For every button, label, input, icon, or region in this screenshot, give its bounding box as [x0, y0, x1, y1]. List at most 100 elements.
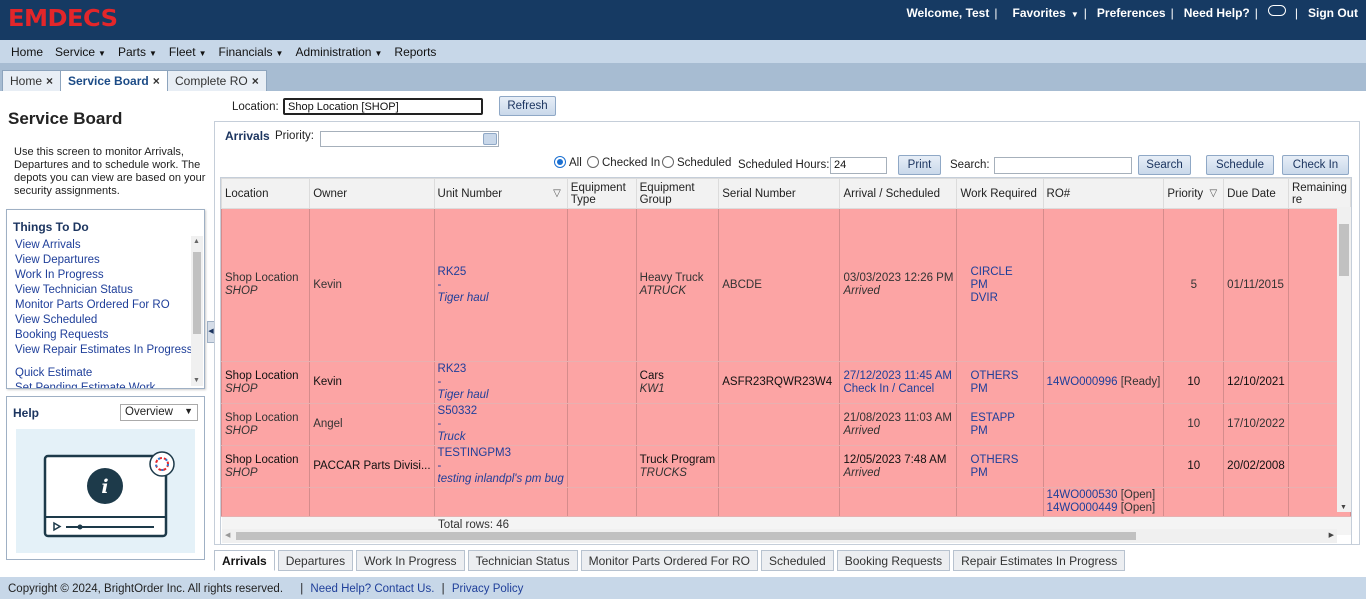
close-icon[interactable]: ×	[46, 74, 53, 88]
tab-booking-requests[interactable]: Booking Requests	[836, 550, 951, 571]
cell-work-required[interactable]: OTHERS PM	[956, 361, 1044, 404]
search-button[interactable]: Search	[1138, 155, 1191, 175]
sort-chevron-icon[interactable]: ▽	[1209, 188, 1217, 200]
sign-out-link[interactable]: Sign Out	[1308, 6, 1358, 20]
column-header-owner[interactable]: Owner	[309, 178, 435, 209]
refresh-button[interactable]: Refresh	[499, 96, 556, 116]
grid-horizontal-scrollbar[interactable]: ◀ ▶	[222, 529, 1337, 543]
todo-monitor-parts[interactable]: Monitor Parts Ordered For RO	[15, 298, 190, 313]
close-icon[interactable]: ×	[252, 74, 259, 88]
todo-booking-requests[interactable]: Booking Requests	[15, 328, 190, 343]
tab-service-board[interactable]: Service Board ×	[60, 70, 168, 92]
table-row[interactable]: Shop Location SHOP Angel S50332- Truck 21/…	[221, 403, 1351, 446]
nav-fleet[interactable]: Fleet ▼	[169, 45, 207, 59]
tab-work-in-progress[interactable]: Work In Progress	[356, 550, 465, 571]
scroll-down-icon[interactable]: ▼	[1340, 504, 1347, 511]
sort-chevron-icon[interactable]: ▽	[553, 188, 561, 200]
radio-all[interactable]: All	[554, 156, 582, 169]
cell-ro[interactable]	[1042, 403, 1165, 446]
radio-scheduled[interactable]: Scheduled	[662, 156, 731, 169]
tab-scheduled[interactable]: Scheduled	[761, 550, 834, 571]
cell-ro[interactable]: 14WO000530 [Open] 14WO000449 [Open]	[1042, 487, 1165, 517]
location-input[interactable]: Shop Location [SHOP]	[283, 98, 483, 115]
cell-ro[interactable]	[1042, 445, 1165, 488]
print-button[interactable]: Print	[898, 155, 941, 175]
cell-unit[interactable]: S50332- Truck	[433, 403, 568, 446]
app-logo[interactable]: EMDECS	[8, 6, 118, 32]
check-in-button[interactable]: Check In	[1282, 155, 1349, 175]
column-header-remaining[interactable]: Remaining re	[1287, 178, 1351, 209]
radio-icon[interactable]	[587, 156, 599, 168]
close-icon[interactable]: ×	[153, 74, 160, 88]
preferences-link[interactable]: Preferences	[1097, 6, 1166, 20]
nav-service[interactable]: Service ▼	[55, 45, 106, 59]
privacy-policy-link[interactable]: Privacy Policy	[452, 583, 524, 595]
help-topic-select[interactable]: Overview ▼	[120, 404, 198, 421]
contact-us-link[interactable]: Need Help? Contact Us.	[310, 583, 434, 595]
scroll-up-icon[interactable]: ▲	[193, 238, 200, 245]
cell-work-required[interactable]: CIRCLE PM DVIR	[956, 208, 1044, 362]
tab-complete-ro[interactable]: Complete RO ×	[167, 70, 267, 91]
nav-administration[interactable]: Administration ▼	[295, 45, 382, 59]
dropdown-toggle-icon[interactable]	[483, 133, 497, 145]
scroll-thumb[interactable]	[1339, 224, 1349, 276]
tab-repair-estimates[interactable]: Repair Estimates In Progress	[953, 550, 1126, 571]
schedule-button[interactable]: Schedule	[1206, 155, 1274, 175]
column-header-due-date[interactable]: Due Date	[1223, 178, 1289, 209]
tab-departures[interactable]: Departures	[277, 550, 354, 571]
scheduled-hours-input[interactable]: 24	[830, 157, 887, 174]
grid-vertical-scrollbar[interactable]: ▼	[1337, 207, 1351, 512]
nav-reports[interactable]: Reports	[394, 45, 436, 59]
priority-select[interactable]	[320, 131, 499, 147]
scroll-thumb[interactable]	[236, 532, 1136, 540]
scroll-down-icon[interactable]: ▼	[193, 377, 200, 384]
todo-view-departures[interactable]: View Departures	[15, 253, 190, 268]
scroll-right-icon[interactable]: ▶	[1329, 531, 1334, 539]
todo-view-arrivals[interactable]: View Arrivals	[15, 238, 190, 253]
cell-work-required[interactable]: ESTAPP PM	[956, 403, 1044, 446]
cell-ro[interactable]	[1042, 208, 1165, 362]
cell-unit[interactable]: TESTINGPM3- testing inlandpl's pm bug	[433, 445, 568, 488]
column-header-equipment-type[interactable]: Equipment Type	[566, 178, 637, 209]
nav-parts[interactable]: Parts ▼	[118, 45, 157, 59]
todo-work-in-progress[interactable]: Work In Progress	[15, 268, 190, 283]
search-input[interactable]	[994, 157, 1132, 174]
table-row[interactable]: Shop Location SHOP Kevin RK23- Tiger haul …	[221, 361, 1351, 404]
radio-checked-in[interactable]: Checked In	[587, 156, 660, 169]
table-row[interactable]: 14WO000530 [Open] 14WO000449 [Open]	[221, 487, 1351, 517]
cell-unit[interactable]: RK25- Tiger haul	[433, 208, 568, 362]
todo-scrollbar[interactable]: ▲ ▼	[191, 236, 203, 386]
column-header-location[interactable]: Location	[221, 178, 311, 209]
tab-home[interactable]: Home ×	[2, 70, 62, 91]
todo-view-scheduled[interactable]: View Scheduled	[15, 313, 190, 328]
todo-view-technician-status[interactable]: View Technician Status	[15, 283, 190, 298]
toggle-icon[interactable]	[1267, 4, 1286, 16]
scroll-left-icon[interactable]: ◀	[225, 531, 230, 539]
scroll-thumb[interactable]	[193, 252, 201, 334]
todo-pending-estimate[interactable]: Set Pending Estimate Work	[15, 381, 190, 388]
cell-ro[interactable]: 14WO000996 [Ready]	[1042, 361, 1165, 404]
column-header-arrival[interactable]: Arrival / Scheduled	[839, 178, 958, 209]
favorites-menu[interactable]: Favorites ▼	[1007, 6, 1078, 20]
column-header-unit-number[interactable]: Unit Number ▽	[433, 178, 568, 209]
tab-monitor-parts[interactable]: Monitor Parts Ordered For RO	[580, 550, 759, 571]
help-link[interactable]: Need Help?	[1184, 6, 1250, 20]
radio-selected-icon[interactable]	[554, 156, 566, 168]
tab-arrivals[interactable]: Arrivals	[214, 550, 275, 571]
todo-view-repair-estimates[interactable]: View Repair Estimates In Progress	[15, 343, 192, 358]
column-header-ro[interactable]: RO#	[1042, 178, 1165, 209]
help-video-thumbnail[interactable]: i	[16, 429, 195, 553]
column-header-priority[interactable]: Priority ▽	[1163, 178, 1225, 209]
cell-work-required[interactable]: OTHERS PM	[956, 445, 1044, 488]
tab-technician-status[interactable]: Technician Status	[467, 550, 578, 571]
table-row[interactable]: Shop Location SHOP Kevin RK25- Tiger haul …	[221, 208, 1351, 362]
radio-icon[interactable]	[662, 156, 674, 168]
cell-arrival[interactable]: 27/12/2023 11:45 AM Check In / Cancel	[839, 361, 958, 404]
column-header-work-required[interactable]: Work Required	[956, 178, 1044, 209]
nav-home[interactable]: Home	[11, 45, 43, 59]
todo-quick-estimate[interactable]: Quick Estimate	[15, 366, 190, 381]
table-row[interactable]: Shop Location SHOP PACCAR Parts Divisi...…	[221, 445, 1351, 488]
column-header-serial-number[interactable]: Serial Number	[718, 178, 841, 209]
nav-financials[interactable]: Financials ▼	[219, 45, 284, 59]
cell-unit[interactable]: RK23- Tiger haul	[433, 361, 568, 404]
